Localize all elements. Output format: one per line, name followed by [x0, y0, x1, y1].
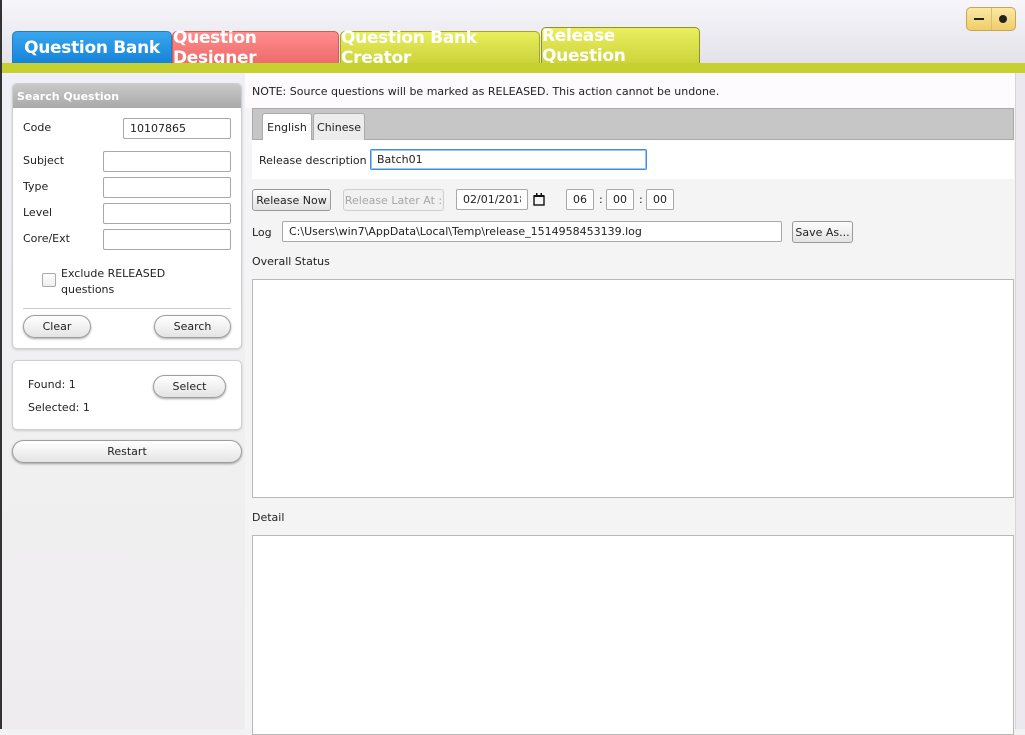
overall-status-label: Overall Status — [252, 255, 330, 268]
tab-question-designer[interactable]: Question Designer — [172, 28, 339, 68]
minimize-button[interactable] — [967, 8, 991, 30]
subject-input[interactable] — [103, 151, 231, 172]
maximize-dot-icon — [999, 15, 1008, 23]
save-as-button[interactable]: Save As... — [792, 221, 853, 243]
tab-release-question[interactable]: Release Question — [541, 26, 700, 66]
code-input[interactable] — [123, 118, 231, 139]
time-separator: : — [639, 193, 643, 206]
tab-chinese[interactable]: Chinese — [313, 113, 365, 140]
tab-accent-bar — [2, 63, 1025, 73]
minute-input[interactable] — [606, 189, 634, 210]
release-note: NOTE: Source questions will be marked as… — [252, 85, 720, 98]
minimize-icon — [973, 18, 984, 20]
hour-input[interactable] — [566, 189, 594, 210]
restart-button[interactable]: Restart — [12, 440, 242, 463]
log-label: Log — [252, 226, 272, 239]
search-button[interactable]: Search — [154, 315, 231, 338]
release-description-input[interactable] — [370, 149, 647, 170]
maximize-button[interactable] — [990, 8, 1016, 30]
vertical-scrollbar[interactable] — [1015, 73, 1025, 729]
type-input[interactable] — [103, 177, 231, 198]
selected-count: Selected: 1 — [28, 401, 90, 414]
found-count: Found: 1 — [28, 378, 76, 391]
level-label: Level — [23, 206, 53, 219]
exclude-released-label-line2: questions — [61, 283, 115, 296]
level-input[interactable] — [103, 203, 231, 224]
release-date-input[interactable] — [456, 189, 528, 210]
overall-status-textarea[interactable] — [252, 279, 1014, 498]
window-controls — [966, 7, 1016, 31]
search-panel-title: Search Question — [13, 84, 241, 108]
core-ext-input[interactable] — [103, 229, 231, 250]
search-divider — [23, 308, 231, 309]
core-ext-label: Core/Ext — [23, 232, 70, 245]
release-later-button[interactable]: Release Later At : — [343, 189, 444, 211]
second-input[interactable] — [646, 189, 674, 210]
exclude-released-checkbox[interactable] — [42, 273, 56, 287]
detail-textarea[interactable] — [252, 535, 1014, 735]
detail-label: Detail — [252, 511, 285, 524]
language-tab-bar: English Chinese — [252, 108, 1014, 141]
exclude-released-label-line1: Exclude RELEASED — [61, 267, 166, 280]
tab-question-bank-creator[interactable]: Question Bank Creator — [340, 28, 540, 68]
code-label: Code — [23, 121, 52, 134]
calendar-icon[interactable] — [533, 193, 545, 206]
subject-label: Subject — [23, 154, 65, 167]
type-label: Type — [23, 180, 49, 193]
release-now-button[interactable]: Release Now — [252, 189, 331, 211]
release-description-label: Release description — [259, 154, 367, 167]
select-button[interactable]: Select — [153, 375, 226, 398]
tab-question-bank[interactable]: Question Bank — [12, 31, 172, 64]
clear-button[interactable]: Clear — [23, 315, 91, 338]
tab-english[interactable]: English — [262, 113, 312, 141]
time-separator: : — [599, 193, 603, 206]
log-path-input[interactable] — [282, 221, 782, 242]
